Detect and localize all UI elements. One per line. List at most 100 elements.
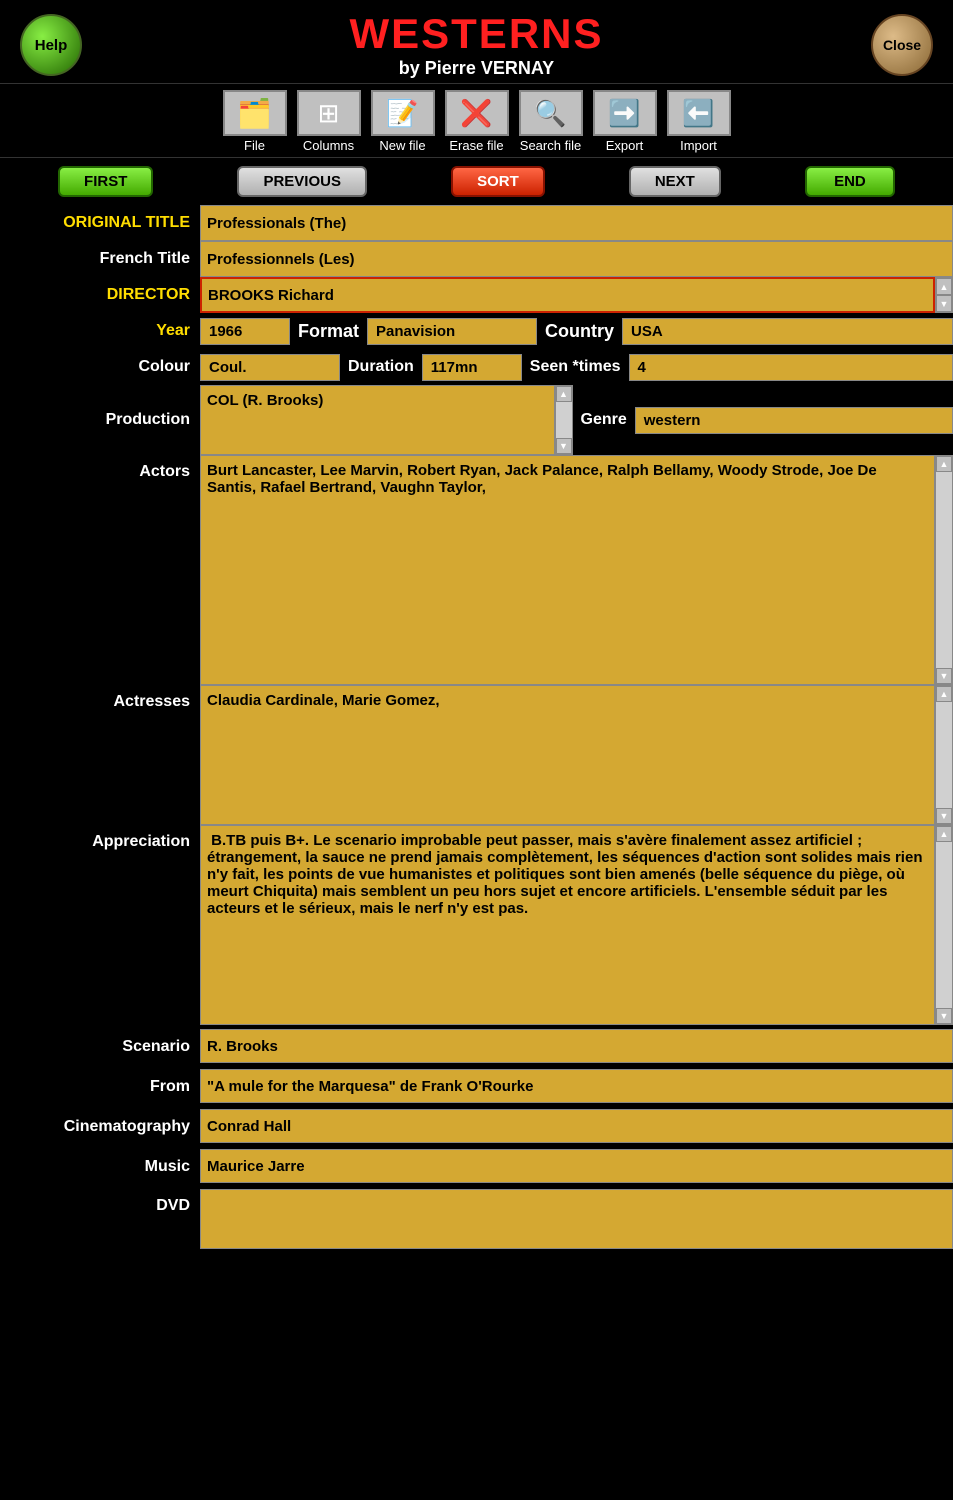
- appreciation-scroll-up[interactable]: ▲: [936, 826, 952, 842]
- next-button[interactable]: NEXT: [629, 166, 721, 197]
- actors-scrollbar: ▲ ▼: [935, 455, 953, 685]
- actresses-row: Actresses ▲ ▼: [0, 685, 953, 825]
- seen-label: Seen *times: [522, 354, 629, 380]
- actors-value[interactable]: [200, 455, 935, 685]
- colour-label: Colour: [0, 349, 200, 385]
- music-label: Music: [0, 1149, 200, 1185]
- toolbar-erase-file[interactable]: ❌ Erase file: [445, 90, 509, 153]
- format-label: Format: [290, 317, 367, 346]
- file-icon: 🗂️: [223, 90, 287, 136]
- colour-duration-seen-row: Colour Coul. Duration 117mn Seen *times …: [0, 349, 953, 385]
- year-format-country-row: Year 1966 Format Panavision Country USA: [0, 313, 953, 349]
- year-value[interactable]: 1966: [200, 318, 290, 345]
- scenario-value[interactable]: R. Brooks: [200, 1029, 953, 1063]
- close-button[interactable]: Close: [871, 14, 933, 76]
- country-label: Country: [537, 317, 622, 346]
- duration-value[interactable]: 117mn: [422, 354, 522, 381]
- original-title-label: ORIGINAL TITLE: [0, 205, 200, 241]
- genre-area: Genre western: [573, 385, 953, 455]
- appreciation-label: Appreciation: [0, 825, 200, 855]
- toolbar-columns[interactable]: ⊞ Columns: [297, 90, 361, 153]
- actresses-scroll-up[interactable]: ▲: [936, 686, 952, 702]
- genre-label: Genre: [581, 411, 635, 429]
- actresses-value[interactable]: [200, 685, 935, 825]
- genre-value[interactable]: western: [635, 407, 953, 434]
- first-button[interactable]: FIRST: [58, 166, 153, 197]
- toolbar-export-label: Export: [606, 138, 644, 153]
- toolbar-search-file[interactable]: 🔍 Search file: [519, 90, 583, 153]
- import-icon: ⬅️: [667, 90, 731, 136]
- appreciation-value[interactable]: [200, 825, 935, 1025]
- director-row: DIRECTOR BROOKS Richard ▲ ▼: [0, 277, 953, 313]
- appreciation-row: Appreciation ▲ ▼: [0, 825, 953, 1025]
- music-value[interactable]: Maurice Jarre: [200, 1149, 953, 1183]
- dvd-label: DVD: [0, 1189, 200, 1219]
- end-button[interactable]: END: [805, 166, 895, 197]
- original-title-row: ORIGINAL TITLE Professionals (The): [0, 205, 953, 241]
- duration-label: Duration: [340, 354, 422, 380]
- scenario-label: Scenario: [0, 1029, 200, 1065]
- appreciation-scroll-down[interactable]: ▼: [936, 1008, 952, 1024]
- director-scroll-up[interactable]: ▲: [936, 278, 952, 295]
- from-row: From "A mule for the Marquesa" de Frank …: [0, 1069, 953, 1105]
- actors-scroll-down[interactable]: ▼: [936, 668, 952, 684]
- form-area: ORIGINAL TITLE Professionals (The) Frenc…: [0, 205, 953, 1259]
- actresses-scrollbar: ▲ ▼: [935, 685, 953, 825]
- toolbar-import[interactable]: ⬅️ Import: [667, 90, 731, 153]
- toolbar-file-label: File: [244, 138, 265, 153]
- actors-row: Actors ▲ ▼: [0, 455, 953, 685]
- french-title-row: French Title Professionnels (Les): [0, 241, 953, 277]
- toolbar-erase-label: Erase file: [449, 138, 503, 153]
- cinematography-label: Cinematography: [0, 1109, 200, 1145]
- director-label: DIRECTOR: [0, 277, 200, 313]
- from-value[interactable]: "A mule for the Marquesa" de Frank O'Rou…: [200, 1069, 953, 1103]
- production-scrollbar: ▲ ▼: [555, 385, 573, 455]
- seen-value[interactable]: 4: [629, 354, 953, 381]
- format-value[interactable]: Panavision: [367, 318, 537, 345]
- app-header: Help WESTERNS by Pierre VERNAY Close: [0, 0, 953, 83]
- actors-scroll-up[interactable]: ▲: [936, 456, 952, 472]
- appreciation-scrollbar: ▲ ▼: [935, 825, 953, 1025]
- toolbar: 🗂️ File ⊞ Columns 📝 New file ❌ Erase fil…: [0, 83, 953, 158]
- cinematography-row: Cinematography Conrad Hall: [0, 1109, 953, 1145]
- production-scroll-up[interactable]: ▲: [556, 386, 572, 402]
- colour-value[interactable]: Coul.: [200, 354, 340, 381]
- columns-icon: ⊞: [297, 90, 361, 136]
- from-label: From: [0, 1069, 200, 1105]
- toolbar-file[interactable]: 🗂️ File: [223, 90, 287, 153]
- search-file-icon: 🔍: [519, 90, 583, 136]
- toolbar-search-label: Search file: [520, 138, 581, 153]
- director-value[interactable]: BROOKS Richard: [200, 277, 935, 313]
- year-label: Year: [0, 313, 200, 349]
- help-button[interactable]: Help: [20, 14, 82, 76]
- production-scroll-down[interactable]: ▼: [556, 438, 572, 454]
- toolbar-new-file-label: New file: [379, 138, 425, 153]
- toolbar-import-label: Import: [680, 138, 717, 153]
- app-title: WESTERNS: [0, 10, 953, 58]
- director-scroll-down[interactable]: ▼: [936, 295, 952, 312]
- country-value[interactable]: USA: [622, 318, 953, 345]
- app-subtitle: by Pierre VERNAY: [0, 58, 953, 79]
- production-genre-row: Production ▲ ▼ Genre western: [0, 385, 953, 455]
- sort-button[interactable]: SORT: [451, 166, 545, 197]
- toolbar-new-file[interactable]: 📝 New file: [371, 90, 435, 153]
- toolbar-columns-label: Columns: [303, 138, 354, 153]
- previous-button[interactable]: PREVIOUS: [237, 166, 367, 197]
- actresses-scroll-down[interactable]: ▼: [936, 808, 952, 824]
- french-title-value[interactable]: Professionnels (Les): [200, 241, 953, 277]
- dvd-row: DVD: [0, 1189, 953, 1249]
- production-value[interactable]: [200, 385, 555, 455]
- production-label: Production: [0, 407, 200, 433]
- director-scrollbar: ▲ ▼: [935, 277, 953, 313]
- nav-bar: FIRST PREVIOUS SORT NEXT END: [0, 158, 953, 205]
- dvd-value[interactable]: [200, 1189, 953, 1249]
- toolbar-export[interactable]: ➡️ Export: [593, 90, 657, 153]
- french-title-label: French Title: [0, 241, 200, 277]
- actors-label: Actors: [0, 455, 200, 485]
- music-row: Music Maurice Jarre: [0, 1149, 953, 1185]
- cinematography-value[interactable]: Conrad Hall: [200, 1109, 953, 1143]
- original-title-value[interactable]: Professionals (The): [200, 205, 953, 241]
- actresses-label: Actresses: [0, 685, 200, 715]
- erase-file-icon: ❌: [445, 90, 509, 136]
- export-icon: ➡️: [593, 90, 657, 136]
